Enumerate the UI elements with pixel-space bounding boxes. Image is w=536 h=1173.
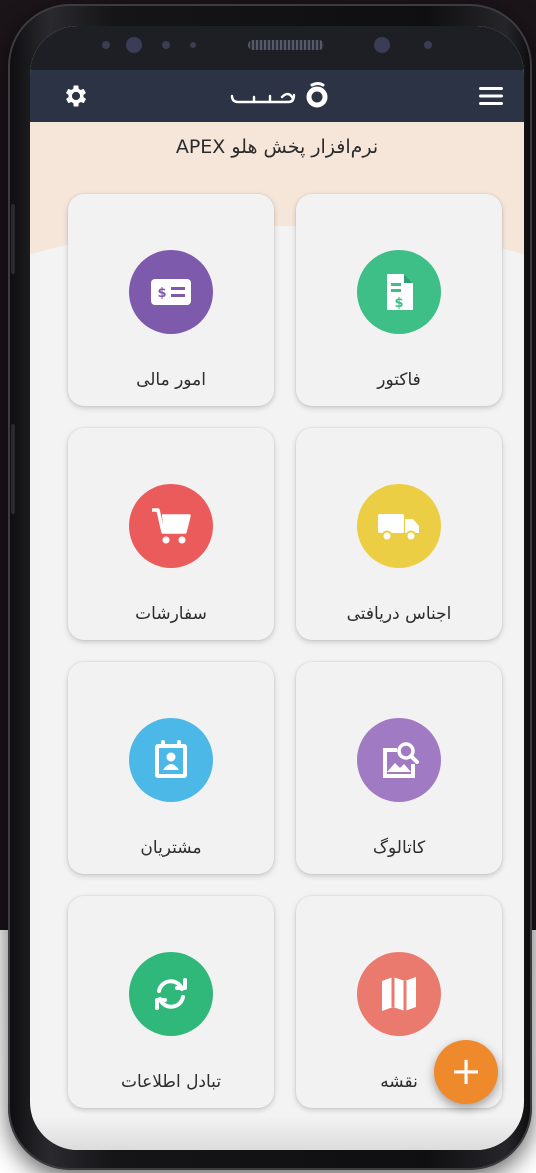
phone-frame: نرم‌افزار پخش هلو APEX $ فاکتور $ [8, 4, 532, 1170]
bottom-edge [30, 1116, 524, 1150]
app-bar [30, 70, 524, 122]
logo [224, 80, 334, 112]
sync-icon [129, 952, 213, 1036]
tile-label: امور مالی [136, 370, 206, 390]
sensor-dot [424, 41, 432, 49]
sensor-dot [190, 42, 196, 48]
tile-finance[interactable]: $ امور مالی [68, 194, 274, 406]
tile-customers[interactable]: مشتریان [68, 662, 274, 874]
status-bar [30, 26, 524, 70]
page-title: نرم‌افزار پخش هلو APEX [175, 136, 379, 158]
svg-text:$: $ [394, 296, 403, 311]
delivery-truck-icon [357, 484, 441, 568]
hamburger-menu-icon[interactable] [478, 84, 504, 108]
plus-icon: + [450, 1049, 482, 1093]
money-check-icon: $ [129, 250, 213, 334]
shopping-cart-icon [129, 484, 213, 568]
sensor-dot [102, 41, 110, 49]
image-search-icon [357, 718, 441, 802]
contact-book-icon [129, 718, 213, 802]
tile-invoice[interactable]: $ فاکتور [296, 194, 502, 406]
sensor-dot [162, 41, 170, 49]
tile-data-exchange[interactable]: تبادل اطلاعات [68, 896, 274, 1108]
earpiece-speaker [248, 40, 324, 50]
side-button [11, 424, 15, 514]
tile-label: فاکتور [377, 370, 421, 390]
tile-received-goods[interactable]: اجناس دریافتی [296, 428, 502, 640]
svg-text:$: $ [157, 286, 166, 301]
tile-catalog[interactable]: کاتالوگ [296, 662, 502, 874]
tile-orders[interactable]: سفارشات [68, 428, 274, 640]
add-fab-button[interactable]: + [434, 1040, 498, 1104]
gear-icon[interactable] [62, 82, 90, 110]
app-screen: نرم‌افزار پخش هلو APEX $ فاکتور $ [30, 26, 524, 1150]
front-camera [374, 37, 390, 53]
map-icon [357, 952, 441, 1036]
invoice-icon: $ [357, 250, 441, 334]
side-button [11, 204, 15, 274]
tile-label: مشتریان [140, 838, 202, 858]
front-camera [126, 37, 142, 53]
tile-label: اجناس دریافتی [346, 604, 452, 624]
tile-label: کاتالوگ [372, 838, 426, 858]
tile-label: تبادل اطلاعات [120, 1072, 222, 1092]
tile-label: سفارشات [135, 604, 207, 624]
